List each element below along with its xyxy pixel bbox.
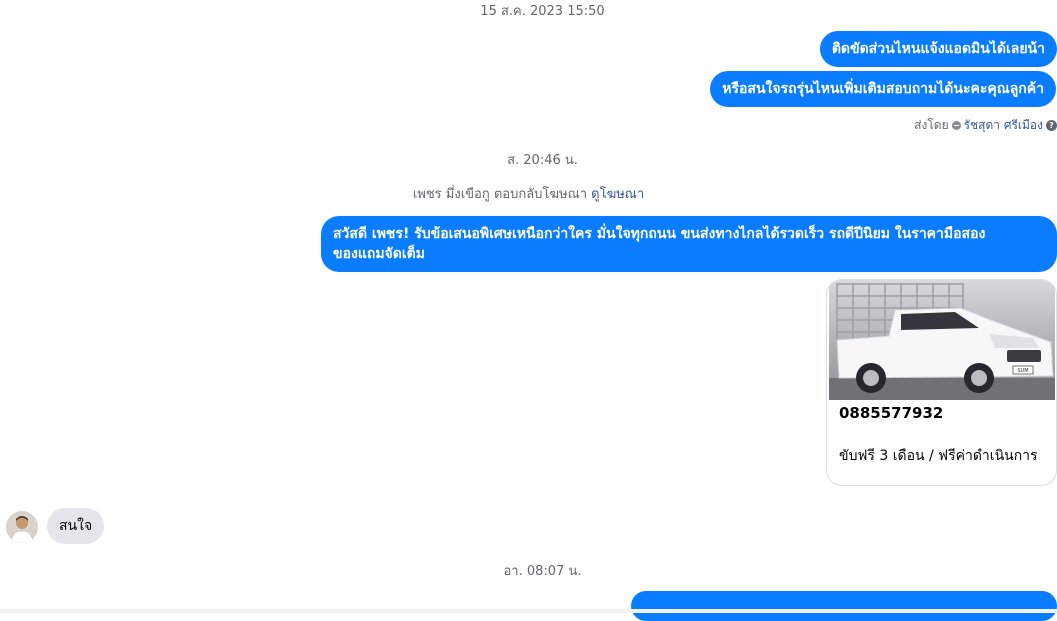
license-plate: SUM (1017, 368, 1028, 374)
user-avatar-icon (6, 511, 38, 543)
sent-by-prefix: ส่งโดย (914, 118, 949, 132)
ad-card-title[interactable]: 0885577932 (839, 404, 943, 422)
timestamp-divider: ส. 20:46 น. (507, 153, 578, 168)
truck-image[interactable]: SUM (829, 280, 1055, 400)
timestamp-divider: อา. 08:07 น. (503, 564, 582, 579)
outgoing-message[interactable]: ติดขัดส่วนไหนแจ้งแอดมินได้เลยน้า (819, 31, 1057, 67)
ad-card-description: ขับฟรี 3 เดือน / ฟรีค่าดำเนินการ (839, 448, 1038, 464)
composer-divider (0, 609, 1057, 613)
help-icon[interactable]: ? (1046, 120, 1057, 131)
outgoing-message[interactable]: หรือสนใจรถรุ่นไหนเพิ่มเติมสอบถามได้นะคะค… (710, 71, 1056, 107)
sent-by-label: ส่งโดย รัชสุดา ศรีเมือง ? (914, 116, 1057, 135)
user-status-icon (951, 121, 961, 130)
ad-greeting-line-1: สวัสดี เพชร! รับข้อเสนอพิเศษเหนือกว่าใคร… (333, 226, 986, 242)
ad-greeting-line-2: ของแถมจัดเต็ม (333, 246, 425, 262)
avatar[interactable] (6, 511, 38, 543)
view-ad-link[interactable]: ดูโฆษณา (591, 187, 644, 202)
incoming-message[interactable]: สนใจ (47, 508, 105, 544)
ad-card[interactable]: SUM 0885577932 ขับฟรี 3 เดือน / ฟรีค่าดำ… (826, 279, 1057, 486)
ad-reply-text: เพชร มึ่งเขือกู ตอบกลับโฆษณา (412, 187, 587, 202)
sender-name: รัชสุดา ศรีเมือง (963, 118, 1043, 132)
ad-reply-notice: เพชร มึ่งเขือกู ตอบกลับโฆษณา ดูโฆษณา (0, 183, 1057, 204)
outgoing-message-partial[interactable] (631, 591, 1057, 621)
ad-greeting-message[interactable]: สวัสดี เพชร! รับข้อเสนอพิเศษเหนือกว่าใคร… (321, 216, 1057, 272)
timestamp-divider: 15 ส.ค. 2023 15:50 (480, 4, 605, 19)
